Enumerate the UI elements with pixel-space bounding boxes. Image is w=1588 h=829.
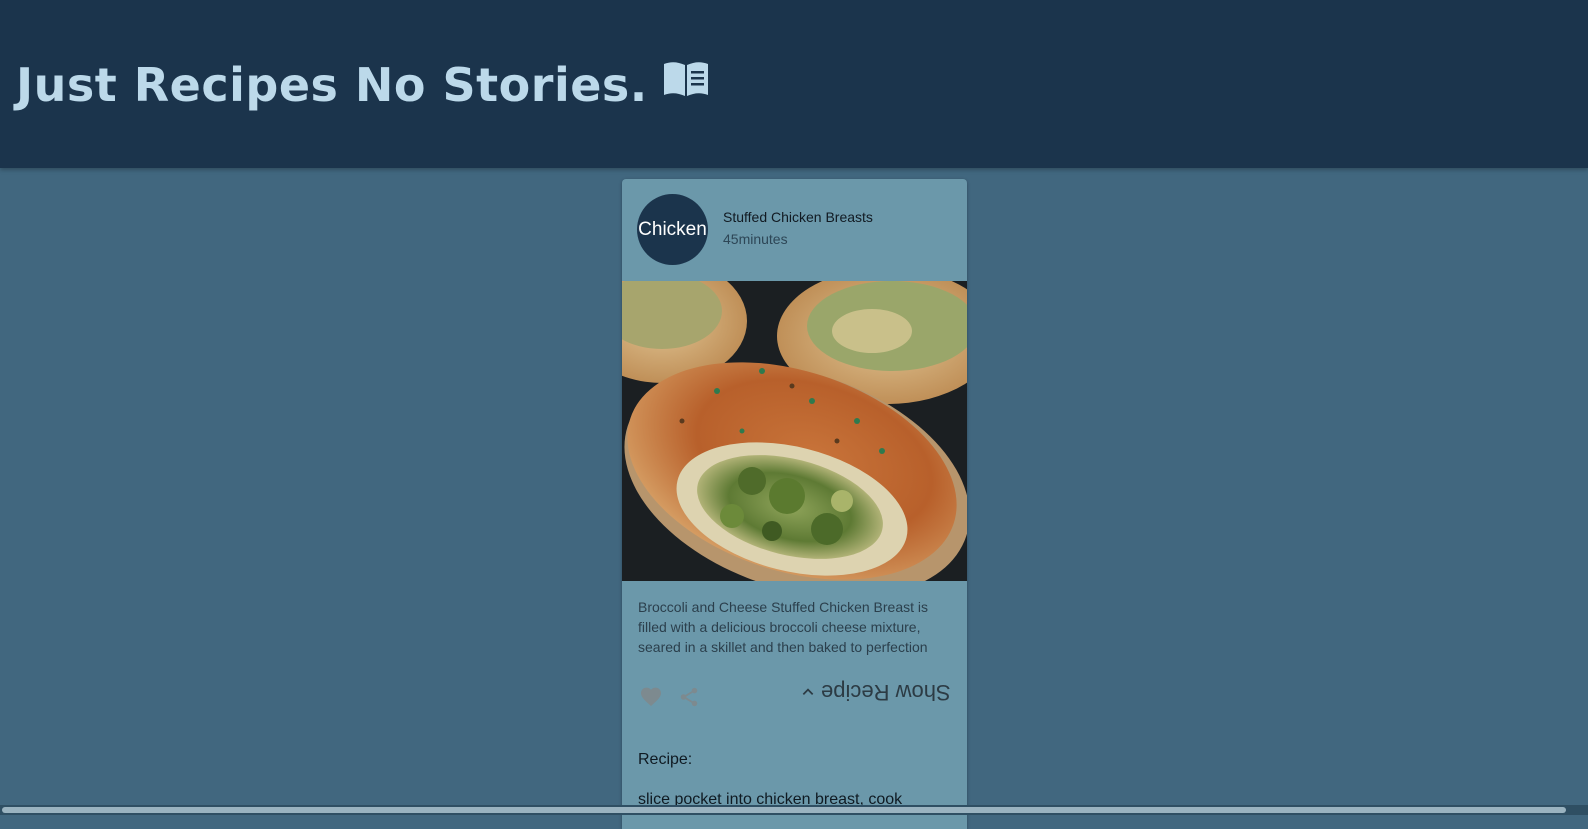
recipe-duration: 45minutes [723, 231, 788, 247]
show-recipe-label: Show Recipe [821, 680, 951, 705]
card-actions: Show Recipe [622, 667, 967, 727]
site-title: Just Recipes No Stories. [16, 56, 710, 114]
favorite-button[interactable] [637, 683, 665, 711]
avatar: Chicken [637, 194, 708, 265]
recipe-heading: Recipe: [638, 751, 693, 768]
stuffed-chicken-photo [622, 281, 967, 581]
recipe-image [622, 281, 967, 581]
recipe-description: Broccoli and Cheese Stuffed Chicken Brea… [638, 599, 929, 655]
chevron-down-icon [803, 688, 814, 695]
heart-icon [641, 687, 661, 706]
scrollbar-thumb[interactable] [2, 807, 1566, 813]
show-recipe-button[interactable]: Show Recipe [801, 677, 951, 707]
share-icon [680, 687, 698, 707]
recipe-card: Chicken Stuffed Chicken Breasts 45minute… [622, 179, 967, 829]
share-button[interactable] [675, 683, 703, 711]
app-header: Just Recipes No Stories. [0, 0, 1588, 168]
site-title-text: Just Recipes No Stories. [16, 58, 648, 112]
book-open-icon [663, 62, 708, 96]
horizontal-scrollbar[interactable] [0, 805, 1588, 815]
recipe-title: Stuffed Chicken Breasts [723, 209, 873, 225]
